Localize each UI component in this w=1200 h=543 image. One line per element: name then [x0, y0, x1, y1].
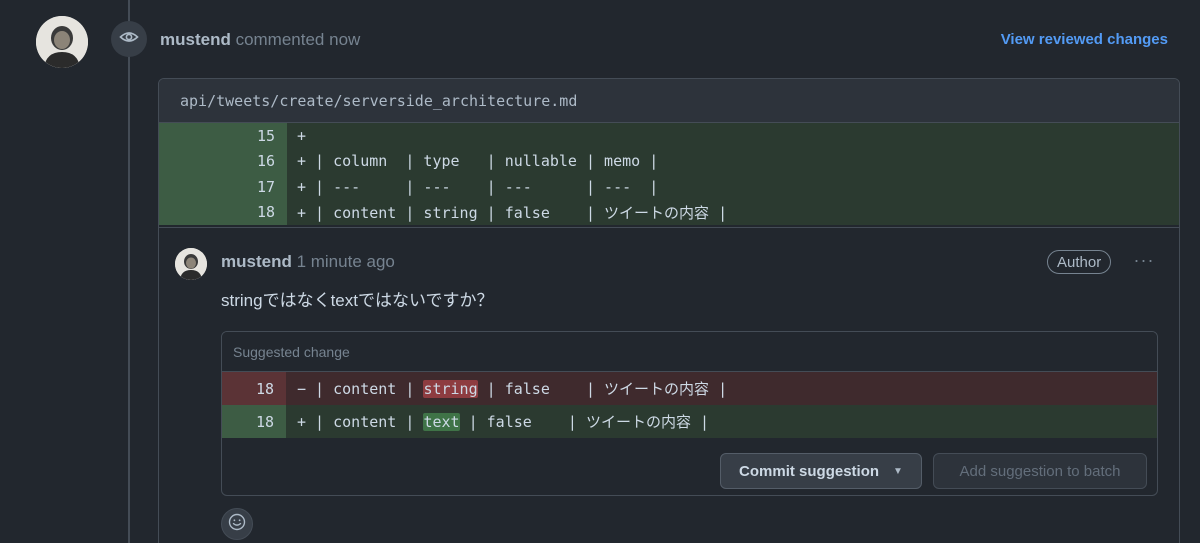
caret-down-icon[interactable]: ▼ — [893, 466, 903, 477]
line-number: 18 — [222, 405, 286, 438]
added-word-highlight: text — [423, 413, 460, 431]
file-path[interactable]: api/tweets/create/serverside_architectur… — [159, 79, 1179, 123]
suggested-change-box: Suggested change 18 − | content | string… — [221, 331, 1158, 496]
comment-body: stringではなくtextではないですか？ — [221, 291, 494, 310]
comment-username[interactable]: mustend — [221, 252, 292, 271]
diff-hunk: 15 + 16 + | column | type | nullable | m… — [159, 123, 1179, 225]
line-code: + — [297, 126, 307, 145]
code-prefix: + | content | — [297, 413, 424, 431]
diff-line: 18 + | content | string | false | ツイートの内… — [159, 199, 1179, 225]
line-code: + | content | text | false | ツイートの内容 | — [286, 411, 709, 432]
line-number[interactable]: 15 — [159, 123, 287, 149]
diff-line: 15 + — [159, 123, 1179, 149]
eye-icon — [119, 27, 139, 52]
review-comment: mustend 1 minute ago Author ··· stringでは… — [159, 227, 1179, 540]
removed-word-highlight: string — [423, 380, 478, 398]
code-suffix: | false | ツイートの内容 | — [459, 413, 710, 431]
line-code: − | content | string | false | ツイートの内容 | — [286, 378, 727, 399]
comment-meta: mustend 1 minute ago — [221, 252, 395, 272]
review-header: mustend commented now — [160, 30, 360, 50]
diff-line: 17 + | --- | --- | --- | --- | — [159, 174, 1179, 200]
line-number[interactable]: 17 — [159, 174, 287, 200]
line-number[interactable]: 18 — [159, 199, 287, 225]
timeline-line — [128, 0, 130, 543]
review-thread: api/tweets/create/serverside_architectur… — [158, 78, 1180, 543]
reviewer-username[interactable]: mustend — [160, 30, 231, 49]
comment-timestamp[interactable]: 1 minute ago — [292, 252, 395, 271]
line-number[interactable]: 16 — [159, 148, 287, 174]
code-prefix: − | content | — [297, 380, 424, 398]
line-code: + | column | type | nullable | memo | — [297, 152, 659, 171]
smiley-icon — [228, 513, 246, 536]
line-number: 18 — [222, 372, 286, 405]
suggestion-removed-line: 18 − | content | string | false | ツイートの内… — [222, 372, 1157, 405]
line-code: + | content | string | false | ツイートの内容 | — [297, 203, 728, 222]
comment-avatar[interactable] — [175, 248, 207, 280]
diff-line: 16 + | column | type | nullable | memo | — [159, 148, 1179, 174]
more-options-icon[interactable]: ··· — [1131, 250, 1157, 274]
code-suffix: | false | ツイートの内容 | — [477, 380, 728, 398]
add-suggestion-to-batch-button[interactable]: Add suggestion to batch — [933, 453, 1147, 489]
avatar[interactable] — [36, 16, 88, 68]
suggestion-added-line: 18 + | content | text | false | ツイートの内容 … — [222, 405, 1157, 438]
author-badge: Author — [1047, 250, 1112, 274]
review-action-text: commented now — [230, 30, 361, 49]
line-code: + | --- | --- | --- | --- | — [297, 177, 659, 196]
commit-suggestion-label: Commit suggestion — [739, 462, 880, 480]
suggested-change-title: Suggested change — [222, 332, 1157, 372]
add-reaction-button[interactable] — [221, 508, 253, 540]
view-reviewed-changes-link[interactable]: View reviewed changes — [1001, 31, 1168, 48]
commit-suggestion-button[interactable]: Commit suggestion ▼ — [720, 453, 922, 489]
review-eye-badge — [111, 21, 147, 57]
